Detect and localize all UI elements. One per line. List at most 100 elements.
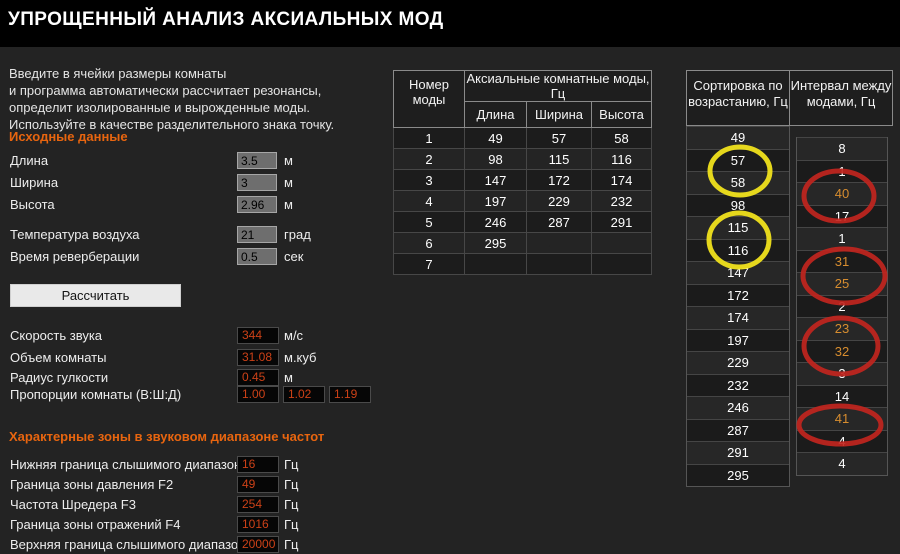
result-label: Объем комнаты <box>10 349 106 367</box>
section-frequency-zones: Характерные зоны в звуковом диапазоне ча… <box>9 429 324 444</box>
intro-line: и программа автоматически рассчитает рез… <box>9 82 334 99</box>
mode-frequency-cell: 291 <box>592 212 652 233</box>
mode-frequency-cell <box>592 254 652 275</box>
interval-cell: 14 <box>797 385 887 408</box>
mode-number-cell: 7 <box>394 254 465 275</box>
sorted-frequencies-header: Сортировка по возрастанию, Гц <box>686 70 790 126</box>
height-column-header: Высота <box>592 102 652 128</box>
interval-cell: 2 <box>797 295 887 318</box>
unit-label: Гц <box>284 516 299 534</box>
result-row: Пропорции комнаты (В:Ш:Д)1.001.021.19 <box>10 386 392 405</box>
dimension-input[interactable] <box>237 226 277 243</box>
mode-frequency-cell <box>527 254 592 275</box>
sorted-frequency-cell: 287 <box>687 419 789 442</box>
zone-label: Граница зоны отражений F4 <box>10 516 180 534</box>
mode-frequency-cell <box>465 254 527 275</box>
unit-label: сек <box>284 248 303 266</box>
interval-cell: 23 <box>797 317 887 340</box>
axial-modes-table: Номер моды Аксиальные комнатные моды, Гц… <box>393 70 652 275</box>
result-value-box: 344 <box>237 327 279 344</box>
input-row: Ширинам <box>10 174 392 193</box>
mode-number-header: Номер моды <box>394 71 465 128</box>
result-label: Скорость звука <box>10 327 102 345</box>
input-row: Длинам <box>10 152 392 171</box>
sorted-frequency-cell: 197 <box>687 329 789 352</box>
input-label: Длина <box>10 152 48 170</box>
result-row: Объем комнаты31.08м.куб <box>10 349 392 368</box>
mode-table-row: 5246287291 <box>394 212 652 233</box>
dimension-input[interactable] <box>237 248 277 265</box>
input-row: Высотам <box>10 196 392 215</box>
sorted-frequency-cell: 232 <box>687 374 789 397</box>
mode-frequency-cell: 116 <box>592 149 652 170</box>
mode-table-row: 4197229232 <box>394 191 652 212</box>
axial-modes-group-header: Аксиальные комнатные моды, Гц <box>465 71 652 102</box>
interval-cell: 1 <box>797 227 887 250</box>
mode-intervals-header: Интервал между модами, Гц <box>789 70 893 126</box>
calculate-button[interactable]: Рассчитать <box>10 284 181 307</box>
app-root: УПРОЩЕННЫЙ АНАЛИЗ АКСИАЛЬНЫХ МОД Введите… <box>0 0 900 554</box>
mode-number-cell: 6 <box>394 233 465 254</box>
mode-frequency-cell: 197 <box>465 191 527 212</box>
zone-value-box: 16 <box>237 456 279 473</box>
interval-cell: 32 <box>797 340 887 363</box>
zone-row: Граница зоны отражений F4 1016 Гц <box>10 516 392 535</box>
result-label: Радиус гулкости <box>10 369 108 387</box>
result-value-box: 31.08 <box>237 349 279 366</box>
zone-label: Граница зоны давления F2 <box>10 476 173 494</box>
sorted-frequency-cell: 172 <box>687 284 789 307</box>
mode-frequency-cell: 246 <box>465 212 527 233</box>
zone-value-box: 49 <box>237 476 279 493</box>
unit-label: м/с <box>284 327 303 345</box>
sorted-frequency-cell: 57 <box>687 149 789 172</box>
title-bar: УПРОЩЕННЫЙ АНАЛИЗ АКСИАЛЬНЫХ МОД <box>0 0 900 47</box>
result-value-box: 1.00 <box>237 386 279 403</box>
interval-cell: 4 <box>797 430 887 453</box>
width-column-header: Ширина <box>527 102 592 128</box>
interval-cell: 3 <box>797 362 887 385</box>
sorted-frequency-cell: 174 <box>687 306 789 329</box>
mode-table-row: 6295 <box>394 233 652 254</box>
dimension-input[interactable] <box>237 152 277 169</box>
mode-table-row: 298115116 <box>394 149 652 170</box>
zone-label: Верхняя граница слышимого диапазона F5 <box>10 536 271 554</box>
zone-value-box: 1016 <box>237 516 279 533</box>
mode-frequency-cell: 49 <box>465 128 527 149</box>
sorted-frequency-cell: 116 <box>687 239 789 262</box>
unit-label: Гц <box>284 536 299 554</box>
zone-value-box: 20000 <box>237 536 279 553</box>
unit-label: м <box>284 196 293 214</box>
mode-number-cell: 3 <box>394 170 465 191</box>
sorted-frequency-cell: 49 <box>687 126 789 149</box>
mode-number-cell: 2 <box>394 149 465 170</box>
mode-table-row: 7 <box>394 254 652 275</box>
input-label: Температура воздуха <box>10 226 140 244</box>
zone-row: Граница зоны давления F2 49 Гц <box>10 476 392 495</box>
zone-label: Частота Шредера F3 <box>10 496 136 514</box>
mode-frequency-cell: 57 <box>527 128 592 149</box>
mode-table-row: 1495758 <box>394 128 652 149</box>
mode-frequency-cell <box>592 233 652 254</box>
interval-cell: 8 <box>797 137 887 160</box>
section-input-data: Исходные данные <box>9 129 128 144</box>
sorted-frequency-cell: 98 <box>687 194 789 217</box>
dimension-input[interactable] <box>237 196 277 213</box>
intro-text: Введите в ячейки размеры комнаты и прогр… <box>9 65 334 133</box>
mode-number-cell: 5 <box>394 212 465 233</box>
unit-label: м <box>284 369 293 387</box>
intro-line: Введите в ячейки размеры комнаты <box>9 65 334 82</box>
sorted-frequency-cell: 295 <box>687 464 789 487</box>
mode-number-cell: 1 <box>394 128 465 149</box>
interval-cell: 41 <box>797 407 887 430</box>
result-value-box: 1.02 <box>283 386 325 403</box>
interval-cell: 1 <box>797 160 887 183</box>
mode-frequency-cell <box>527 233 592 254</box>
mode-table-row: 3147172174 <box>394 170 652 191</box>
unit-label: град <box>284 226 311 244</box>
zone-label: Нижняя граница слышимого диапазона F1 <box>10 456 267 474</box>
mode-frequency-cell: 172 <box>527 170 592 191</box>
mode-frequency-cell: 232 <box>592 191 652 212</box>
unit-label: Гц <box>284 476 299 494</box>
dimension-input[interactable] <box>237 174 277 191</box>
unit-label: Гц <box>284 456 299 474</box>
